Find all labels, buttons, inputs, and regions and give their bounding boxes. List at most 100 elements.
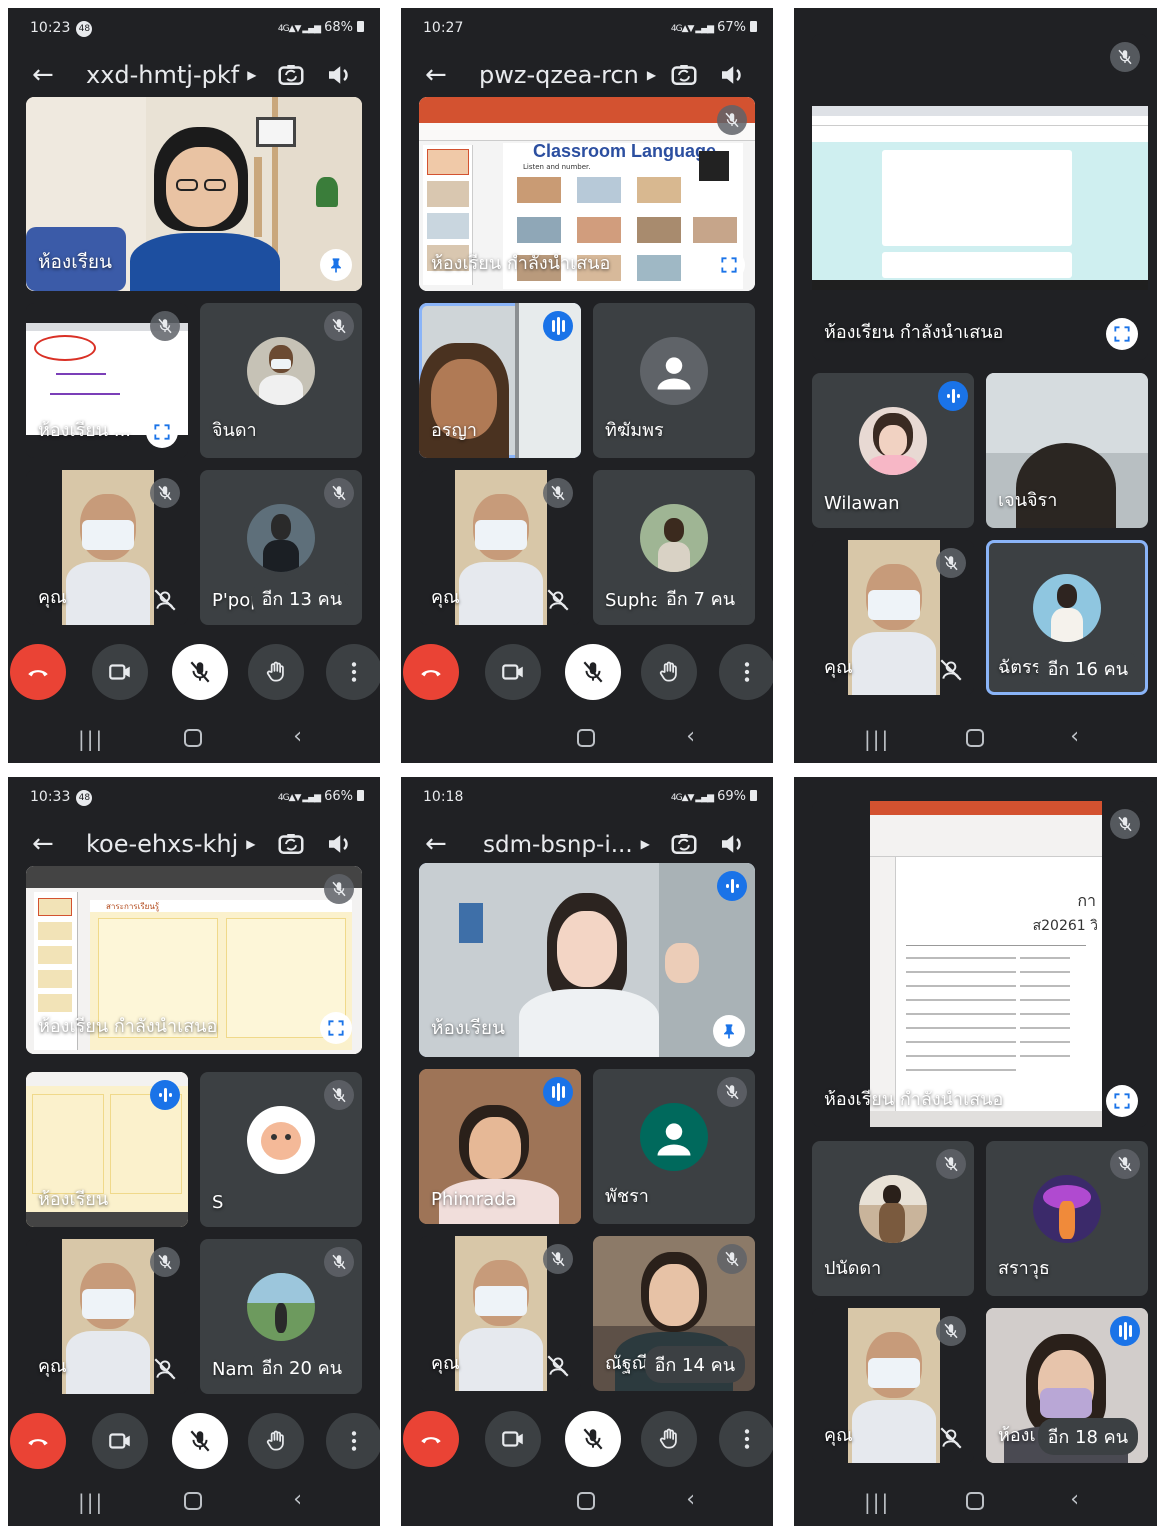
meeting-code[interactable]: xxd-hmtj-pkf ▶ xyxy=(86,60,256,90)
switch-camera-icon[interactable] xyxy=(669,60,699,90)
more-options-button[interactable] xyxy=(326,644,380,700)
meeting-code[interactable]: koe-ehxs-khj ▶ xyxy=(86,829,256,859)
camera-toggle-button[interactable] xyxy=(92,1413,148,1469)
home-nav-icon[interactable] xyxy=(965,729,984,747)
speaker-icon[interactable] xyxy=(324,829,354,859)
back-arrow-icon[interactable]: ← xyxy=(32,829,54,859)
speaker-icon[interactable] xyxy=(324,60,354,90)
participant-tile[interactable]: จินดา xyxy=(200,303,362,458)
switch-camera-icon[interactable] xyxy=(669,829,699,859)
back-nav-icon[interactable]: ‹ xyxy=(1070,1487,1079,1512)
recents-nav-icon[interactable]: ||| xyxy=(78,727,104,751)
participant-tile[interactable]: เจนจิรา xyxy=(986,373,1148,528)
back-nav-icon[interactable]: ‹ xyxy=(686,1487,695,1512)
self-video-tile[interactable]: คุณ xyxy=(419,470,581,625)
more-options-button[interactable] xyxy=(326,1413,380,1469)
more-options-button[interactable] xyxy=(719,1411,773,1467)
switch-camera-icon[interactable] xyxy=(276,60,306,90)
presentation-tile[interactable]: กา ส20261 วิ ห้องเรียน กำลังนำเสนอ xyxy=(812,801,1148,1127)
fullscreen-icon[interactable] xyxy=(1106,318,1138,350)
more-participants[interactable]: อีก 18 คน xyxy=(1037,1418,1138,1455)
more-participants[interactable]: อีก 14 คน xyxy=(644,1346,745,1383)
back-nav-icon[interactable]: ‹ xyxy=(686,724,695,749)
end-call-button[interactable] xyxy=(10,644,66,700)
participant-tile-speaking[interactable]: Wilawan xyxy=(812,373,974,528)
end-call-button[interactable] xyxy=(403,1411,459,1467)
home-nav-icon[interactable] xyxy=(965,1492,984,1510)
mic-toggle-button[interactable] xyxy=(172,1413,228,1469)
participant-tile[interactable]: P'pop อีก 13 คน xyxy=(200,470,362,625)
self-video-tile[interactable]: คุณ xyxy=(26,1239,188,1394)
speaker-icon[interactable] xyxy=(717,60,747,90)
participant-tile-speaking[interactable]: ห้องเ อีก 18 คน xyxy=(986,1308,1148,1463)
participant-tile[interactable]: ณัฐณี อีก 14 คน xyxy=(593,1236,755,1391)
mic-toggle-button[interactable] xyxy=(565,1411,621,1467)
back-arrow-icon[interactable]: ← xyxy=(425,829,447,859)
participant-tile[interactable]: Nam อีก 20 คน xyxy=(200,1239,362,1394)
recents-nav-icon[interactable]: ||| xyxy=(864,1490,890,1514)
presentation-tile[interactable]: ห้องเรียน กำลังนำเสนอ xyxy=(812,34,1148,360)
recents-nav-icon[interactable]: ||| xyxy=(864,727,890,751)
home-nav-icon[interactable] xyxy=(577,729,595,747)
no-effects-icon[interactable] xyxy=(545,1353,571,1379)
raise-hand-button[interactable] xyxy=(248,644,304,700)
participant-tile[interactable]: พัชรา xyxy=(593,1069,755,1224)
participant-tile[interactable]: Supha อีก 7 คน xyxy=(593,470,755,625)
home-nav-icon[interactable] xyxy=(577,1492,595,1510)
participant-tile[interactable]: ทิฆัมพร xyxy=(593,303,755,458)
self-video-tile[interactable]: คุณ xyxy=(812,1308,974,1463)
meeting-code[interactable]: pwz-qzea-rcn ▶ xyxy=(479,60,656,90)
presentation-tile[interactable]: Classroom Language Listen and number. ห้… xyxy=(419,97,755,291)
switch-camera-icon[interactable] xyxy=(276,829,306,859)
fullscreen-icon[interactable] xyxy=(1106,1085,1138,1117)
back-nav-icon[interactable]: ‹ xyxy=(293,724,302,749)
no-effects-icon[interactable] xyxy=(545,587,571,613)
more-participants[interactable]: อีก 20 คน xyxy=(251,1349,352,1386)
participant-tile[interactable]: ปนัดดา xyxy=(812,1141,974,1296)
home-nav-icon[interactable] xyxy=(184,729,202,747)
mic-toggle-button[interactable] xyxy=(565,644,621,700)
back-nav-icon[interactable]: ‹ xyxy=(1070,724,1079,749)
back-nav-icon[interactable]: ‹ xyxy=(293,1487,302,1512)
meeting-code[interactable]: sdm-bsnp-i... ▶ xyxy=(483,829,650,860)
no-effects-icon[interactable] xyxy=(152,587,178,613)
participant-tile-speaking[interactable]: อรญา xyxy=(419,303,581,458)
more-options-button[interactable] xyxy=(719,644,773,700)
camera-toggle-button[interactable] xyxy=(92,644,148,700)
self-video-tile[interactable]: คุณ xyxy=(419,1236,581,1391)
participant-tile[interactable]: ฉัตรร อีก 16 คน xyxy=(986,540,1148,695)
mic-toggle-button[interactable] xyxy=(172,644,228,700)
raise-hand-button[interactable] xyxy=(248,1413,304,1469)
more-participants[interactable]: อีก 16 คน xyxy=(1037,650,1138,687)
fullscreen-icon[interactable] xyxy=(713,249,745,281)
pin-icon[interactable] xyxy=(320,249,352,281)
end-call-button[interactable] xyxy=(403,644,459,700)
self-video-tile[interactable]: คุณ xyxy=(26,470,188,625)
participant-tile[interactable]: S xyxy=(200,1072,362,1227)
participant-tile[interactable]: สราวุธ xyxy=(986,1141,1148,1296)
pinned-video-tile[interactable]: ห้องเรียน xyxy=(419,863,755,1057)
recents-nav-icon[interactable]: ||| xyxy=(78,1490,104,1514)
participant-tile-presentation[interactable]: ห้องเรียน ... xyxy=(26,303,188,458)
presentation-tile[interactable]: สาระการเรียนรู้ ห้องเรียน กำลังนำเสนอ xyxy=(26,866,362,1054)
end-call-button[interactable] xyxy=(10,1413,66,1469)
back-arrow-icon[interactable]: ← xyxy=(425,60,447,90)
participant-tile-presentation[interactable]: ห้องเรียน xyxy=(26,1072,188,1227)
fullscreen-icon[interactable] xyxy=(320,1012,352,1044)
participant-tile-speaking[interactable]: Phimrada xyxy=(419,1069,581,1224)
camera-toggle-button[interactable] xyxy=(485,644,541,700)
speaker-icon[interactable] xyxy=(717,829,747,859)
back-arrow-icon[interactable]: ← xyxy=(32,60,54,90)
self-video-tile[interactable]: คุณ xyxy=(812,540,974,695)
raise-hand-button[interactable] xyxy=(641,644,697,700)
more-participants[interactable]: อีก 13 คน xyxy=(251,580,352,617)
pinned-video-tile[interactable]: ห้องเรียน xyxy=(26,97,362,291)
no-effects-icon[interactable] xyxy=(938,657,964,683)
camera-toggle-button[interactable] xyxy=(485,1411,541,1467)
home-nav-icon[interactable] xyxy=(184,1492,202,1510)
pin-icon[interactable] xyxy=(713,1015,745,1047)
no-effects-icon[interactable] xyxy=(938,1425,964,1451)
more-participants[interactable]: อีก 7 คน xyxy=(656,580,745,617)
raise-hand-button[interactable] xyxy=(641,1411,697,1467)
no-effects-icon[interactable] xyxy=(152,1356,178,1382)
